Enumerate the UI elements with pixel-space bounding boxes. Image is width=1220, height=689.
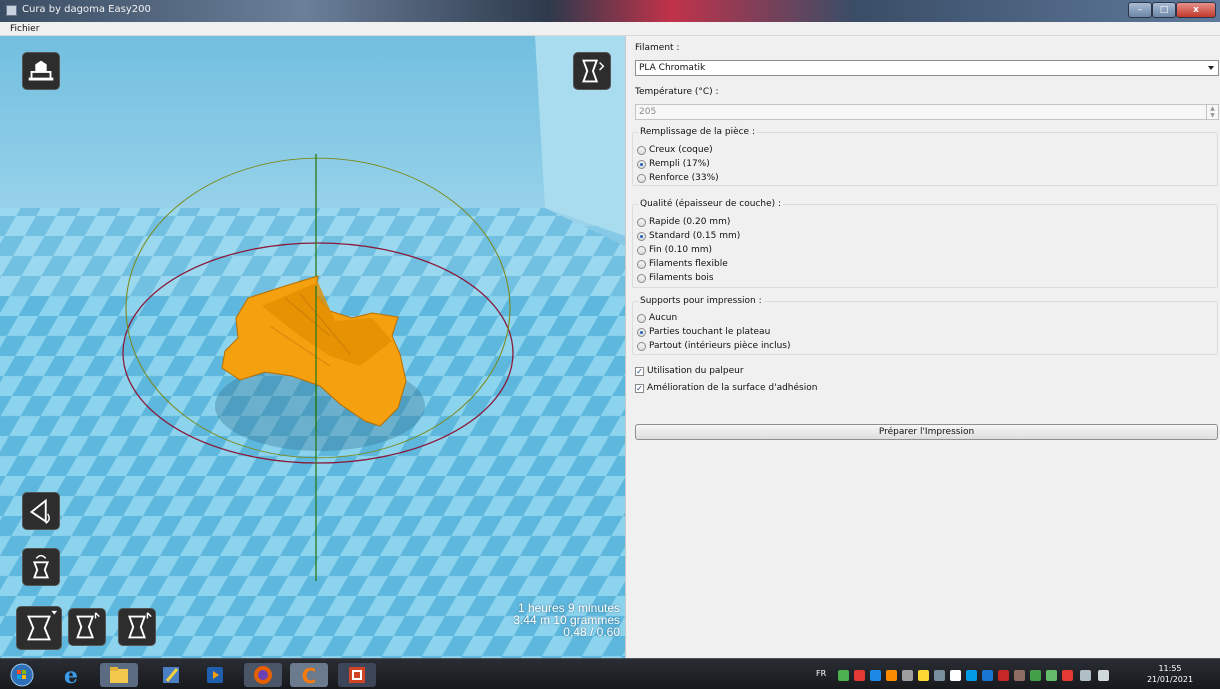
paint-icon[interactable] [152,663,190,687]
check-icon: ✓ [635,384,644,393]
tray-app-icon[interactable] [918,670,929,681]
tray-app-icon[interactable] [870,670,881,681]
internet-explorer-icon[interactable]: e [52,663,90,689]
spin-down-icon[interactable]: ▼ [1207,112,1218,119]
quality-title: Qualité (épaisseur de couche) : [638,199,784,209]
supports-group: Supports pour impression : Aucun Parties… [632,296,1218,355]
quality-group: Qualité (épaisseur de couche) : Rapide (… [632,199,1218,288]
temperature-label: Température (°C) : [635,87,719,97]
clock-date: 21/01/2021 [1146,675,1194,684]
mirror-icon[interactable] [68,608,106,646]
infill-title: Remplissage de la pièce : [638,127,757,137]
tray-app-icon[interactable] [838,670,849,681]
tray-app-icon[interactable] [902,670,913,681]
3d-viewport[interactable]: 1 heures 9 minutes 3.44 m 10 grammes 0.4… [0,36,625,658]
language-indicator[interactable]: FR [816,669,826,678]
flag-icon[interactable] [950,670,961,681]
display-icon[interactable] [1080,670,1091,681]
presentation-icon[interactable] [338,663,376,687]
tray-app-icon[interactable] [966,670,977,681]
menu-item-fichier[interactable]: Fichier [10,24,39,34]
build-plate-scene [0,36,625,658]
temperature-value: 205 [639,107,657,117]
svg-text:e: e [64,663,78,687]
spin-up-icon[interactable]: ▲ [1207,105,1218,112]
taskbar: e C FR 11:55 21/01/2021 [0,658,1220,689]
svg-text:C: C [302,664,317,687]
firefox-icon[interactable] [244,663,282,687]
tray-app-icon[interactable] [854,670,865,681]
minimize-button[interactable]: – [1128,2,1152,18]
media-player-icon[interactable] [196,663,234,687]
tray-app-icon[interactable] [1030,670,1041,681]
supports-title: Supports pour impression : [638,296,764,306]
prepare-print-button[interactable]: Préparer l'Impression [635,424,1218,440]
settings-panel: Filament : PLA Chromatik Température (°C… [625,36,1220,658]
temperature-spinbox[interactable]: 205 ▲ ▼ [635,104,1219,120]
lay-flat-icon[interactable] [22,548,60,586]
mirror-alt-icon[interactable] [118,608,156,646]
filament-value: PLA Chromatik [639,63,706,73]
system-clock[interactable]: 11:55 21/01/2021 [1140,663,1200,685]
rotate-icon[interactable] [22,492,60,530]
view-mode-icon[interactable] [573,52,611,90]
title-bar: Cura by dagoma Easy200 – □ x [0,0,1220,22]
check-icon: ✓ [635,367,644,376]
tray-app-icon[interactable] [1046,670,1057,681]
filament-label: Filament : [635,43,680,53]
infill-group: Remplissage de la pièce : Creux (coque) … [632,127,1218,186]
tray-app-icon[interactable] [1062,670,1073,681]
tray-app-icon[interactable] [998,670,1009,681]
start-orb-icon[interactable] [6,663,38,687]
print-estimate: 1 heures 9 minutes 3.44 m 10 grammes 0.4… [455,602,620,638]
network-icon[interactable] [934,670,945,681]
tray-app-icon[interactable] [1014,670,1025,681]
window-title: Cura by dagoma Easy200 [22,4,151,15]
tray-app-icon[interactable] [982,670,993,681]
clock-time: 11:55 [1158,664,1182,673]
maximize-button[interactable]: □ [1152,2,1176,18]
close-button[interactable]: x [1176,2,1216,18]
volume-icon[interactable] [1098,670,1109,681]
scale-icon[interactable] [16,606,62,650]
load-model-icon[interactable] [22,52,60,90]
menu-bar: Fichier [0,22,1220,36]
app-icon [6,5,17,16]
chevron-down-icon [1208,66,1214,70]
spin-arrows[interactable]: ▲ ▼ [1206,105,1218,119]
tray-app-icon[interactable] [886,670,897,681]
cura-icon[interactable]: C [290,663,328,688]
file-explorer-icon[interactable] [100,663,138,687]
print-ratio: 0.48 / 0.60 [563,625,620,639]
filament-select[interactable]: PLA Chromatik [635,60,1219,76]
